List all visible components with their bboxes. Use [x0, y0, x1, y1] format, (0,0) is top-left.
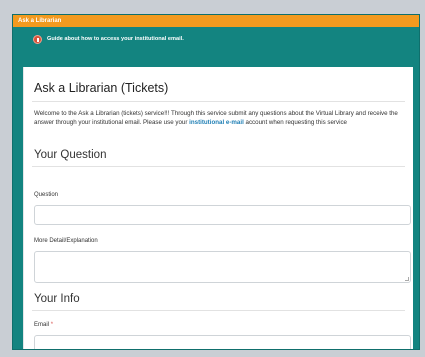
ticket-form-panel: Ask a Librarian (Tickets) Welcome to the… [23, 67, 413, 349]
intro-text: Welcome to the Ask a Librarian (tickets)… [34, 109, 410, 127]
resize-handle-icon[interactable] [405, 277, 409, 281]
detail-textarea[interactable] [34, 251, 411, 283]
detail-label: More Detail/Explanation [34, 238, 98, 244]
required-marker: * [50, 322, 54, 328]
your-question-heading: Your Question [34, 149, 107, 161]
ask-librarian-window: Ask a Librarian Guide about how to acces… [12, 14, 420, 350]
your-info-heading: Your Info [34, 293, 80, 305]
question-input[interactable] [34, 205, 411, 225]
window-titlebar: Ask a Librarian [13, 15, 419, 27]
info-circle-icon [33, 34, 42, 44]
question-label: Question [34, 192, 59, 198]
question-divider [32, 166, 405, 167]
guide-link-text[interactable]: Guide about how to access your instituti… [47, 36, 184, 42]
email-label-text: Email [34, 322, 50, 328]
intro-text-part2: account when requesting this service [243, 119, 347, 127]
institutional-email-link[interactable]: institutional e-mail [189, 119, 244, 126]
title-divider [32, 101, 405, 102]
page-title: Ask a Librarian (Tickets) [34, 81, 169, 95]
email-label: Email * [34, 322, 53, 328]
guide-link[interactable]: Guide about how to access your instituti… [13, 27, 419, 51]
email-input[interactable] [34, 335, 411, 349]
info-divider [32, 310, 405, 311]
